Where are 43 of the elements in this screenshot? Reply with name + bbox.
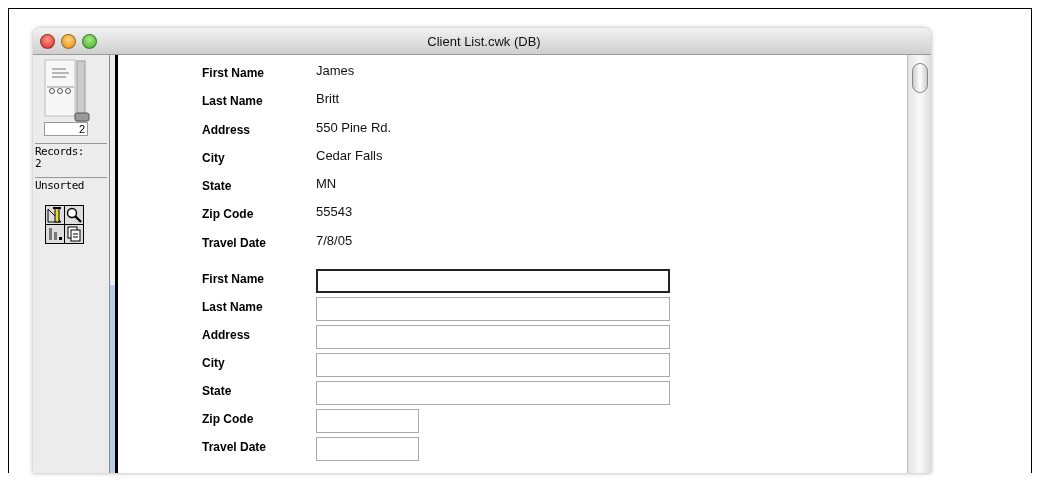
- field-label: Last Name: [202, 93, 264, 109]
- sort-status: Unsorted: [35, 180, 85, 192]
- field-label: Zip Code: [202, 206, 255, 222]
- minimize-button[interactable]: [61, 33, 76, 49]
- field-label: First Name: [202, 271, 266, 287]
- input-field[interactable]: [316, 437, 419, 462]
- input-field[interactable]: [316, 297, 670, 322]
- input-field[interactable]: [316, 409, 419, 434]
- field-label: State: [202, 383, 233, 399]
- scroll-thumb[interactable]: [912, 63, 928, 93]
- close-button[interactable]: [40, 33, 55, 49]
- input-field[interactable]: [316, 353, 670, 378]
- search-icon[interactable]: [65, 206, 83, 224]
- window-title: Client List.cwk (DB): [426, 33, 542, 49]
- field-value: Cedar Falls: [316, 147, 383, 163]
- input-field[interactable]: [316, 325, 670, 350]
- layout-tool-icon[interactable]: [46, 206, 64, 224]
- pages-icon[interactable]: [65, 225, 83, 243]
- record-number-field[interactable]: 2: [44, 122, 88, 136]
- field-label: Address: [202, 327, 252, 343]
- field-value: 7/8/05: [316, 232, 353, 248]
- field-label: First Name: [202, 65, 266, 80]
- zoom-button[interactable]: [82, 33, 97, 49]
- input-field[interactable]: [316, 381, 670, 406]
- input-field[interactable]: [316, 269, 670, 294]
- field-value: 550 Pine Rd.: [316, 119, 392, 135]
- field-label: City: [202, 355, 226, 371]
- field-label: Address: [202, 121, 252, 137]
- field-value: Britt: [316, 91, 340, 107]
- record-book-icon[interactable]: [44, 59, 90, 122]
- field-label: State: [202, 178, 233, 194]
- field-value: James: [316, 63, 355, 78]
- field-label: Travel Date: [202, 234, 268, 250]
- records-label: Records:: [35, 146, 85, 158]
- field-label: Zip Code: [202, 411, 255, 427]
- field-value: 55543: [316, 204, 353, 220]
- field-label: Last Name: [202, 299, 264, 315]
- records-count: 2: [35, 158, 43, 170]
- field-label: Travel Date: [202, 439, 268, 455]
- field-value: MN: [316, 176, 337, 192]
- vertical-scrollbar[interactable]: [907, 55, 931, 473]
- field-label: City: [202, 149, 226, 165]
- bar-chart-icon[interactable]: [46, 225, 64, 243]
